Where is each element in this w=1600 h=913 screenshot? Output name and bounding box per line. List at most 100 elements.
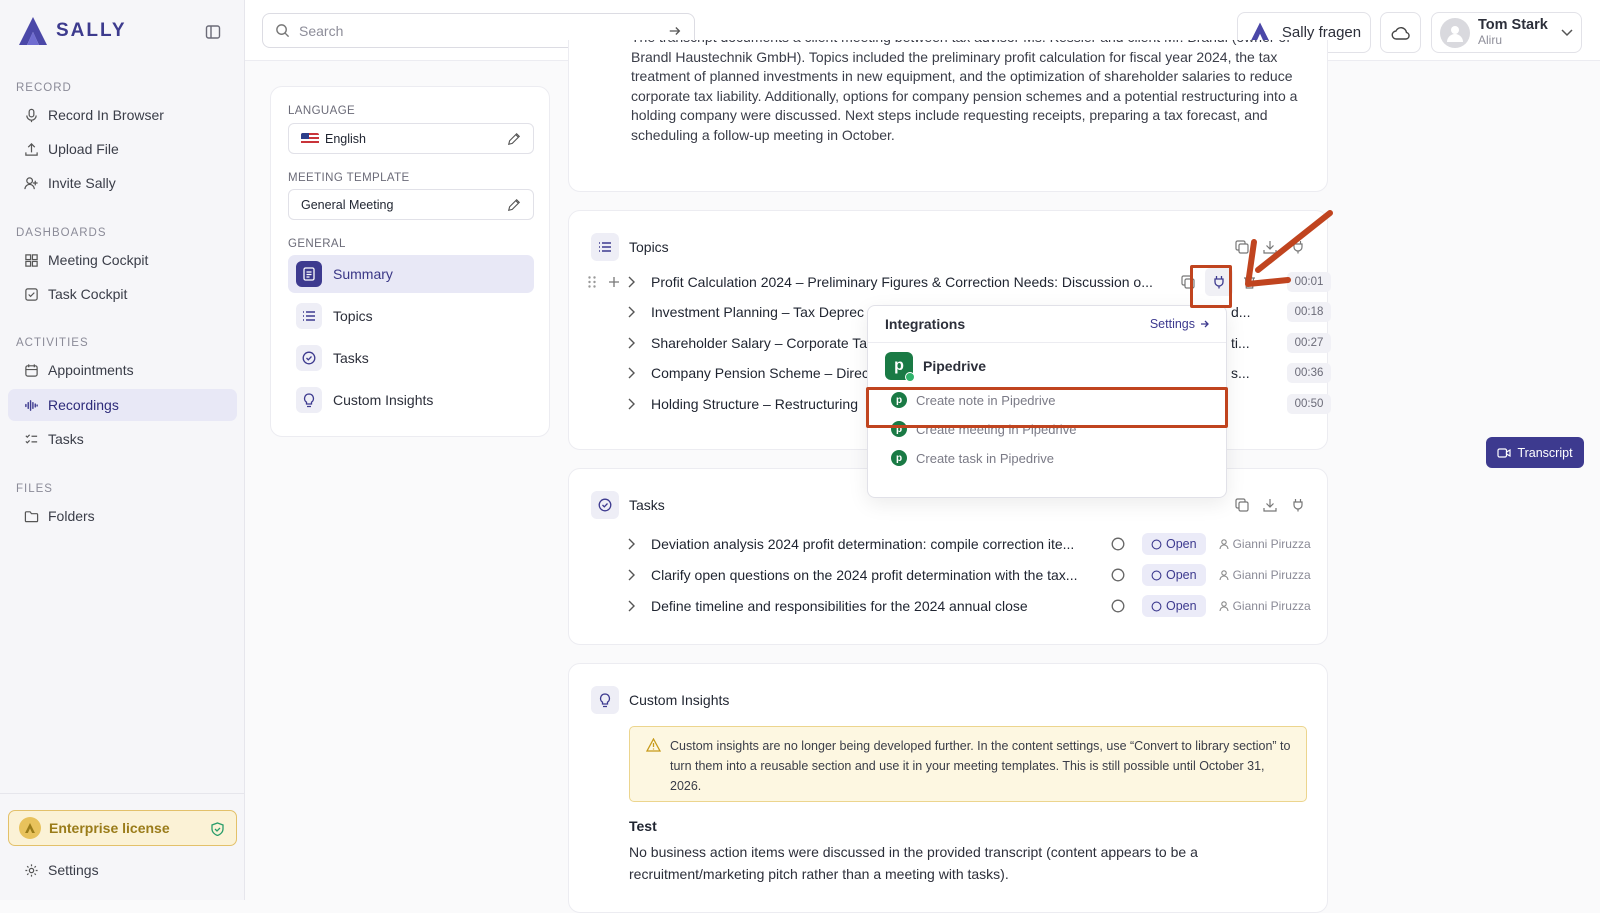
upload-icon	[25, 142, 38, 156]
circle-icon	[1151, 570, 1162, 580]
create-task-action[interactable]: p Create task in Pipedrive	[891, 450, 1054, 466]
template-select[interactable]: General Meeting	[288, 189, 534, 220]
circle-checkbox-icon[interactable]	[1111, 537, 1125, 551]
search-placeholder: Search	[299, 22, 344, 39]
circle-checkbox-icon[interactable]	[1111, 599, 1125, 613]
nav-label: Task Cockpit	[48, 286, 128, 302]
chevron-right-icon[interactable]	[627, 306, 635, 318]
status-badge[interactable]: Open	[1142, 595, 1206, 617]
arrow-right-icon[interactable]	[668, 24, 682, 38]
task-title: Deviation analysis 2024 profit determina…	[651, 536, 1075, 552]
sync-button[interactable]	[1380, 12, 1421, 53]
collapse-sidebar-icon[interactable]	[205, 24, 221, 40]
tasks-actions	[1235, 498, 1305, 512]
enterprise-license-badge[interactable]: Enterprise license	[8, 810, 237, 846]
user-icon	[1447, 25, 1463, 42]
user-icon	[1219, 538, 1229, 549]
pencil-icon[interactable]	[507, 132, 521, 146]
language-value: English	[325, 131, 366, 146]
section-link-topics[interactable]: Topics	[288, 297, 534, 335]
nav-meeting-cockpit[interactable]: Meeting Cockpit	[8, 244, 237, 276]
logo[interactable]: SALLY	[16, 15, 127, 47]
nav-label: Recordings	[48, 397, 119, 413]
popup-divider	[868, 342, 1226, 343]
chevron-right-icon[interactable]	[627, 600, 635, 612]
section-link-custom-insights[interactable]: Custom Insights	[288, 381, 534, 419]
section-link-tasks[interactable]: Tasks	[288, 339, 534, 377]
topic-title-tail: d...	[1231, 304, 1251, 320]
nav-label: Invite Sally	[48, 175, 116, 191]
circle-icon	[1151, 601, 1162, 611]
topic-timestamp[interactable]: 00:36	[1287, 363, 1331, 383]
plus-icon[interactable]	[608, 276, 620, 288]
sidebar-divider	[0, 793, 245, 794]
pencil-icon[interactable]	[507, 198, 521, 212]
chevron-right-icon[interactable]	[627, 337, 635, 349]
drag-handle-icon[interactable]	[587, 275, 597, 289]
assignee[interactable]: Gianni Piruzza	[1219, 599, 1311, 613]
task-row[interactable]: Deviation analysis 2024 profit determina…	[589, 529, 1329, 559]
sidebar: SALLY RECORD Record In Browser Upload Fi…	[0, 0, 245, 900]
topic-title: Investment Planning – Tax Deprec	[651, 304, 864, 320]
pipedrive-logo-icon: p	[885, 352, 915, 382]
us-flag-icon	[301, 132, 319, 145]
section-link-label: Summary	[333, 266, 393, 282]
general-label: GENERAL	[288, 238, 346, 250]
nav-appointments[interactable]: Appointments	[8, 354, 237, 386]
sally-logo-icon	[19, 17, 47, 45]
task-status: Open Gianni Piruzza	[1111, 564, 1311, 586]
license-label: Enterprise license	[49, 820, 170, 836]
circle-checkbox-icon[interactable]	[1111, 568, 1125, 582]
nav-task-cockpit[interactable]: Task Cockpit	[8, 278, 237, 310]
avatar	[1440, 17, 1470, 48]
task-row[interactable]: Clarify open questions on the 2024 profi…	[589, 560, 1329, 590]
nav-settings[interactable]: Settings	[8, 854, 237, 886]
assignee[interactable]: Gianni Piruzza	[1219, 568, 1311, 582]
topics-header: Topics	[591, 233, 669, 261]
topic-timestamp[interactable]: 00:18	[1287, 302, 1331, 322]
language-select[interactable]: English	[288, 123, 534, 154]
user-icon	[1219, 600, 1229, 611]
meeting-settings-panel: LANGUAGE English MEETING TEMPLATE Genera…	[270, 86, 550, 437]
user-icon	[1219, 569, 1229, 580]
topic-timestamp[interactable]: 00:50	[1287, 394, 1331, 414]
chevron-right-icon[interactable]	[627, 398, 635, 410]
user-menu[interactable]: Tom Stark Aliru	[1431, 12, 1582, 53]
lightbulb-icon	[591, 686, 619, 714]
nav-label: Tasks	[48, 431, 84, 447]
check-circle-icon	[296, 345, 322, 371]
gear-icon	[25, 863, 38, 877]
nav-tasks[interactable]: Tasks	[8, 423, 237, 455]
plug-icon[interactable]	[1291, 498, 1305, 512]
topic-timestamp[interactable]: 00:27	[1287, 333, 1331, 353]
download-icon[interactable]	[1263, 498, 1277, 512]
task-title: Clarify open questions on the 2024 profi…	[651, 567, 1078, 583]
grid-icon	[25, 253, 38, 267]
section-link-summary[interactable]: Summary	[288, 255, 534, 293]
highlight-integrations-button	[1190, 265, 1232, 308]
chevron-right-icon[interactable]	[627, 367, 635, 379]
transcript-button[interactable]: Transcript	[1486, 437, 1584, 468]
status-label: Open	[1166, 568, 1197, 582]
nav-recordings[interactable]: Recordings	[8, 389, 237, 421]
transcript-label: Transcript	[1517, 445, 1573, 460]
topic-title: Shareholder Salary – Corporate Ta	[651, 335, 868, 351]
chevron-right-icon[interactable]	[627, 276, 635, 288]
task-row[interactable]: Define timeline and responsibilities for…	[589, 591, 1329, 621]
nav-label: Settings	[48, 862, 99, 878]
integrations-settings-link[interactable]: Settings	[1150, 317, 1210, 331]
chevron-right-icon[interactable]	[627, 538, 635, 550]
copy-icon[interactable]	[1235, 498, 1249, 512]
status-badge[interactable]: Open	[1142, 564, 1206, 586]
nav-label: Meeting Cockpit	[48, 252, 149, 268]
status-badge[interactable]: Open	[1142, 533, 1206, 555]
template-label: MEETING TEMPLATE	[288, 172, 410, 184]
nav-record-in-browser[interactable]: Record In Browser	[8, 99, 237, 131]
nav-upload-file[interactable]: Upload File	[8, 133, 237, 165]
nav-invite-sally[interactable]: Invite Sally	[8, 167, 237, 199]
provider-pipedrive: p Pipedrive	[885, 352, 986, 382]
chevron-right-icon[interactable]	[627, 569, 635, 581]
assignee[interactable]: Gianni Piruzza	[1219, 537, 1311, 551]
topics-title: Topics	[629, 239, 669, 255]
nav-folders[interactable]: Folders	[8, 500, 237, 532]
